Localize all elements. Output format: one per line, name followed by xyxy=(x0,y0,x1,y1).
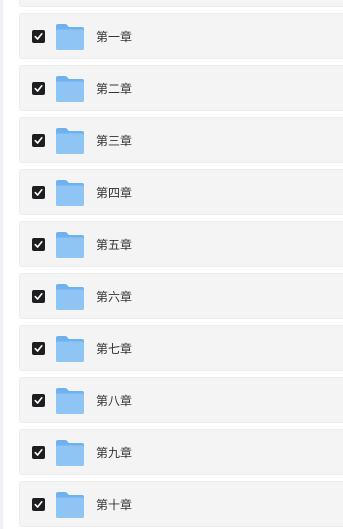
folder-name: 第四章 xyxy=(96,186,133,200)
folder-icon xyxy=(55,231,85,259)
folder-icon xyxy=(55,179,85,207)
folder-row[interactable]: 第二章 xyxy=(19,65,343,111)
folder-name: 第一章 xyxy=(96,30,133,44)
folder-name: 第八章 xyxy=(96,394,133,408)
folder-name: 第三章 xyxy=(96,134,133,148)
checkbox-checked-icon[interactable] xyxy=(32,238,45,251)
folder-name: 第七章 xyxy=(96,342,133,356)
folder-name: 第十章 xyxy=(96,498,133,512)
checkbox-checked-icon[interactable] xyxy=(32,290,45,303)
folder-list: 第一章第二章第三章第四章第五章第六章第七章第八章第九章第十章 xyxy=(19,0,343,529)
folder-icon xyxy=(55,387,85,415)
folder-icon xyxy=(55,127,85,155)
folder-row[interactable]: 第四章 xyxy=(19,169,343,215)
folder-row[interactable]: 第一章 xyxy=(19,13,343,59)
folder-icon xyxy=(55,439,85,467)
folder-icon xyxy=(55,283,85,311)
checkbox-checked-icon[interactable] xyxy=(32,30,45,43)
folder-row[interactable] xyxy=(19,0,343,7)
folder-icon xyxy=(55,335,85,363)
checkbox-checked-icon[interactable] xyxy=(32,186,45,199)
folder-row[interactable]: 第九章 xyxy=(19,429,343,475)
checkbox-checked-icon[interactable] xyxy=(32,134,45,147)
left-border xyxy=(0,0,3,529)
folder-row[interactable]: 第三章 xyxy=(19,117,343,163)
folder-icon xyxy=(55,75,85,103)
checkbox-checked-icon[interactable] xyxy=(32,342,45,355)
folder-row[interactable]: 第八章 xyxy=(19,377,343,423)
checkbox-checked-icon[interactable] xyxy=(32,498,45,511)
folder-row[interactable]: 第五章 xyxy=(19,221,343,267)
folder-row[interactable]: 第七章 xyxy=(19,325,343,371)
folder-icon xyxy=(55,491,85,519)
checkbox-checked-icon[interactable] xyxy=(32,446,45,459)
checkbox-checked-icon[interactable] xyxy=(32,82,45,95)
file-list-page: 第一章第二章第三章第四章第五章第六章第七章第八章第九章第十章 xyxy=(0,0,343,529)
folder-row[interactable]: 第十章 xyxy=(19,481,343,527)
folder-row[interactable]: 第六章 xyxy=(19,273,343,319)
folder-name: 第六章 xyxy=(96,290,133,304)
folder-name: 第五章 xyxy=(96,238,133,252)
checkbox-checked-icon[interactable] xyxy=(32,394,45,407)
folder-name: 第九章 xyxy=(96,446,133,460)
folder-icon xyxy=(55,23,85,51)
folder-name: 第二章 xyxy=(96,82,133,96)
